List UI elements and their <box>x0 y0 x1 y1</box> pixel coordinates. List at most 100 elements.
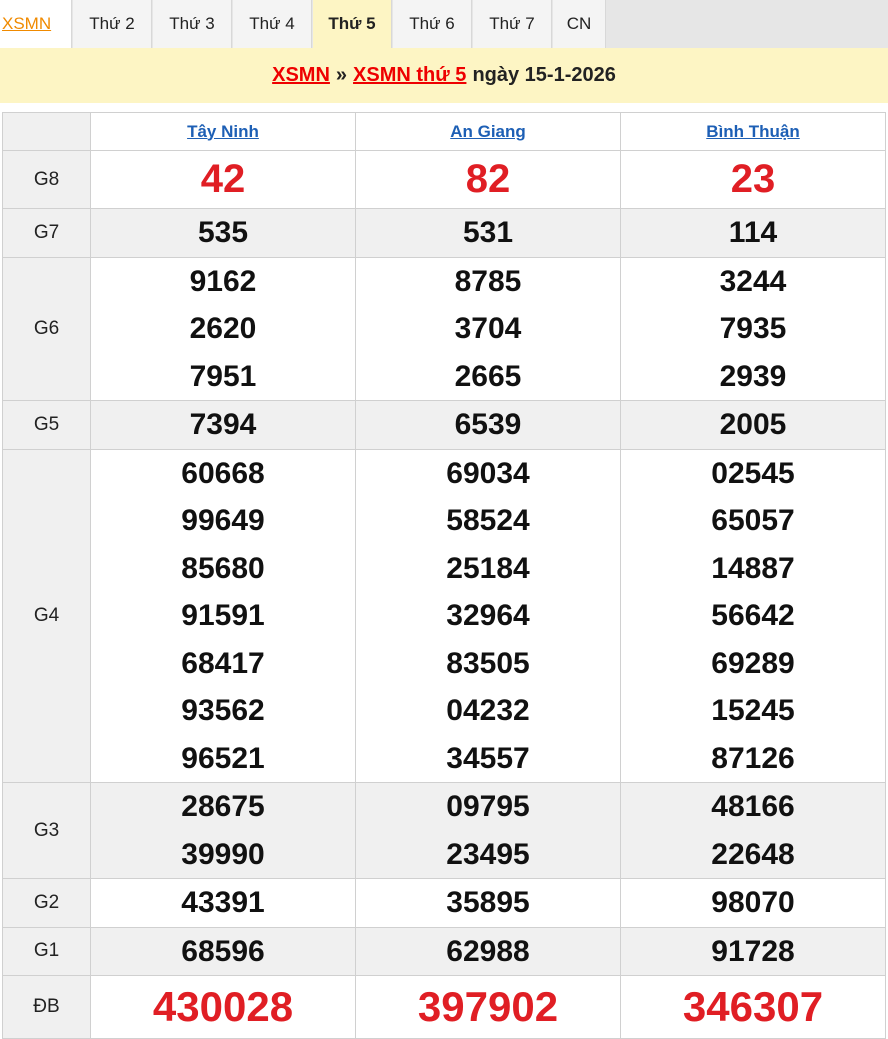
prize-number: 02545 <box>711 456 795 490</box>
draw-date: ngày 15-1-2026 <box>472 64 616 86</box>
prize-row: ĐB 430028 397902 346307 <box>2 975 886 1039</box>
prize-cell: 114 <box>620 208 886 258</box>
prize-label: G4 <box>2 448 91 783</box>
prize-row: G4 60668 99649 85680 91591 68417 93562 96521 690… <box>2 448 886 783</box>
prize-number: 83505 <box>446 646 530 680</box>
prize-number: 93562 <box>181 694 265 727</box>
prize-cell: 68596 <box>90 926 356 976</box>
prize-number: 7935 <box>719 312 787 345</box>
tab-thu-4[interactable]: Thứ 4 <box>233 0 312 48</box>
prize-cell: 35895 <box>355 878 621 928</box>
prize-cell: 535 <box>90 208 356 258</box>
prize-cell: 43391 <box>90 878 356 928</box>
prize-cell: 397902 <box>355 975 621 1039</box>
prize-cell: 91728 <box>620 926 886 976</box>
prize-number: 7951 <box>189 359 257 393</box>
tab-thu-3[interactable]: Thứ 3 <box>153 0 232 48</box>
prize-number: 69034 <box>446 456 530 490</box>
province-link[interactable]: Tây Ninh <box>187 122 259 141</box>
prize-cell: 9162 2620 7951 <box>90 256 356 401</box>
prize-label: ĐB <box>2 975 91 1039</box>
prize-number: 3704 <box>454 312 522 345</box>
prize-number: 430028 <box>152 983 294 1030</box>
tab-xsmn[interactable]: XSMN <box>0 0 72 48</box>
prize-number: 397902 <box>417 983 559 1030</box>
prize-number: 2005 <box>719 408 787 441</box>
prize-cell: 09795 23495 <box>355 782 621 879</box>
tab-thu-6[interactable]: Thứ 6 <box>393 0 472 48</box>
prize-number: 99649 <box>181 504 265 537</box>
prize-number: 15245 <box>711 694 795 727</box>
prize-number: 531 <box>462 216 514 249</box>
prize-number: 25184 <box>446 551 530 585</box>
prize-cell: 3244 7935 2939 <box>620 256 886 401</box>
breadcrumb-separator: » <box>335 64 348 86</box>
prize-label: G5 <box>2 400 91 450</box>
prize-number: 85680 <box>181 551 265 585</box>
prize-number: 32964 <box>446 599 530 632</box>
prize-number: 114 <box>728 216 778 249</box>
results-body: G8 42 82 23 G7 535 531 114 G6 9162 2620 7951 8785 370… <box>2 150 886 1039</box>
prize-number: 2665 <box>454 359 522 393</box>
prize-cell: 6539 <box>355 400 621 450</box>
prize-cell: 430028 <box>90 975 356 1039</box>
prize-cell: 48166 22648 <box>620 782 886 879</box>
province-link[interactable]: Bình Thuận <box>706 122 799 141</box>
prize-cell: 98070 <box>620 878 886 928</box>
prize-cell: 69034 58524 25184 32964 83505 04232 34557 <box>355 448 621 783</box>
prize-number: 58524 <box>446 504 530 537</box>
prize-label: G2 <box>2 878 91 928</box>
prize-number: 2620 <box>189 312 257 345</box>
prize-number: 8785 <box>454 264 522 298</box>
tab-thu-2[interactable]: Thứ 2 <box>73 0 152 48</box>
prize-number: 35895 <box>446 886 530 919</box>
prize-row: G3 28675 39990 09795 23495 48166 22648 <box>2 782 886 879</box>
prize-number: 56642 <box>711 599 795 632</box>
prize-number: 04232 <box>446 694 530 727</box>
tab-thu-5[interactable]: Thứ 5 <box>313 0 392 48</box>
day-tabs: XSMN Thứ 2 Thứ 3 Thứ 4 Thứ 5 Thứ 6 Thứ 7… <box>0 0 888 48</box>
prize-number: 346307 <box>682 983 824 1030</box>
prize-number: 535 <box>197 216 249 249</box>
tab-thu-7[interactable]: Thứ 7 <box>473 0 552 48</box>
prize-cell: 28675 39990 <box>90 782 356 879</box>
prize-number: 42 <box>200 157 246 201</box>
prize-label: G8 <box>2 150 91 209</box>
prize-row: G1 68596 62988 91728 <box>2 926 886 976</box>
province-header: Bình Thuận <box>620 112 886 151</box>
prize-number: 91728 <box>711 934 795 968</box>
prize-number: 96521 <box>181 741 265 775</box>
prize-number: 7394 <box>189 408 257 441</box>
prize-number: 87126 <box>711 741 795 775</box>
prize-number: 62988 <box>446 934 530 968</box>
prize-number: 3244 <box>719 264 787 298</box>
prize-cell: 7394 <box>90 400 356 450</box>
prize-number: 34557 <box>446 741 530 775</box>
prize-row: G8 42 82 23 <box>2 150 886 209</box>
prize-row: G5 7394 6539 2005 <box>2 400 886 450</box>
breadcrumb-xsmn-thu5-link[interactable]: XSMN thứ 5 <box>353 64 466 87</box>
prize-number: 68417 <box>181 646 265 680</box>
prize-number: 22648 <box>711 837 795 871</box>
province-header: Tây Ninh <box>90 112 356 151</box>
tab-cn[interactable]: CN <box>553 0 606 48</box>
prize-number: 98070 <box>711 886 795 919</box>
prize-row: G6 9162 2620 7951 8785 3704 2665 3244 7935 2939 <box>2 256 886 401</box>
prize-cell: 42 <box>90 150 356 209</box>
prize-number: 91591 <box>181 599 265 632</box>
province-header-row: Tây Ninh An Giang Bình Thuận <box>2 112 886 151</box>
prize-row: G7 535 531 114 <box>2 208 886 258</box>
prize-cell: 60668 99649 85680 91591 68417 93562 96521 <box>90 448 356 783</box>
breadcrumb-xsmn-link[interactable]: XSMN <box>272 64 330 87</box>
prize-number: 2939 <box>719 359 787 393</box>
prize-label: G1 <box>2 926 91 976</box>
prize-number: 23495 <box>446 837 530 871</box>
prize-cell: 02545 65057 14887 56642 69289 15245 87126 <box>620 448 886 783</box>
prize-number: 65057 <box>711 504 795 537</box>
prize-number: 60668 <box>181 456 265 490</box>
province-link[interactable]: An Giang <box>450 122 526 141</box>
header-corner <box>2 112 91 151</box>
prize-number: 82 <box>465 157 511 201</box>
prize-cell: 2005 <box>620 400 886 450</box>
prize-label: G7 <box>2 208 91 258</box>
